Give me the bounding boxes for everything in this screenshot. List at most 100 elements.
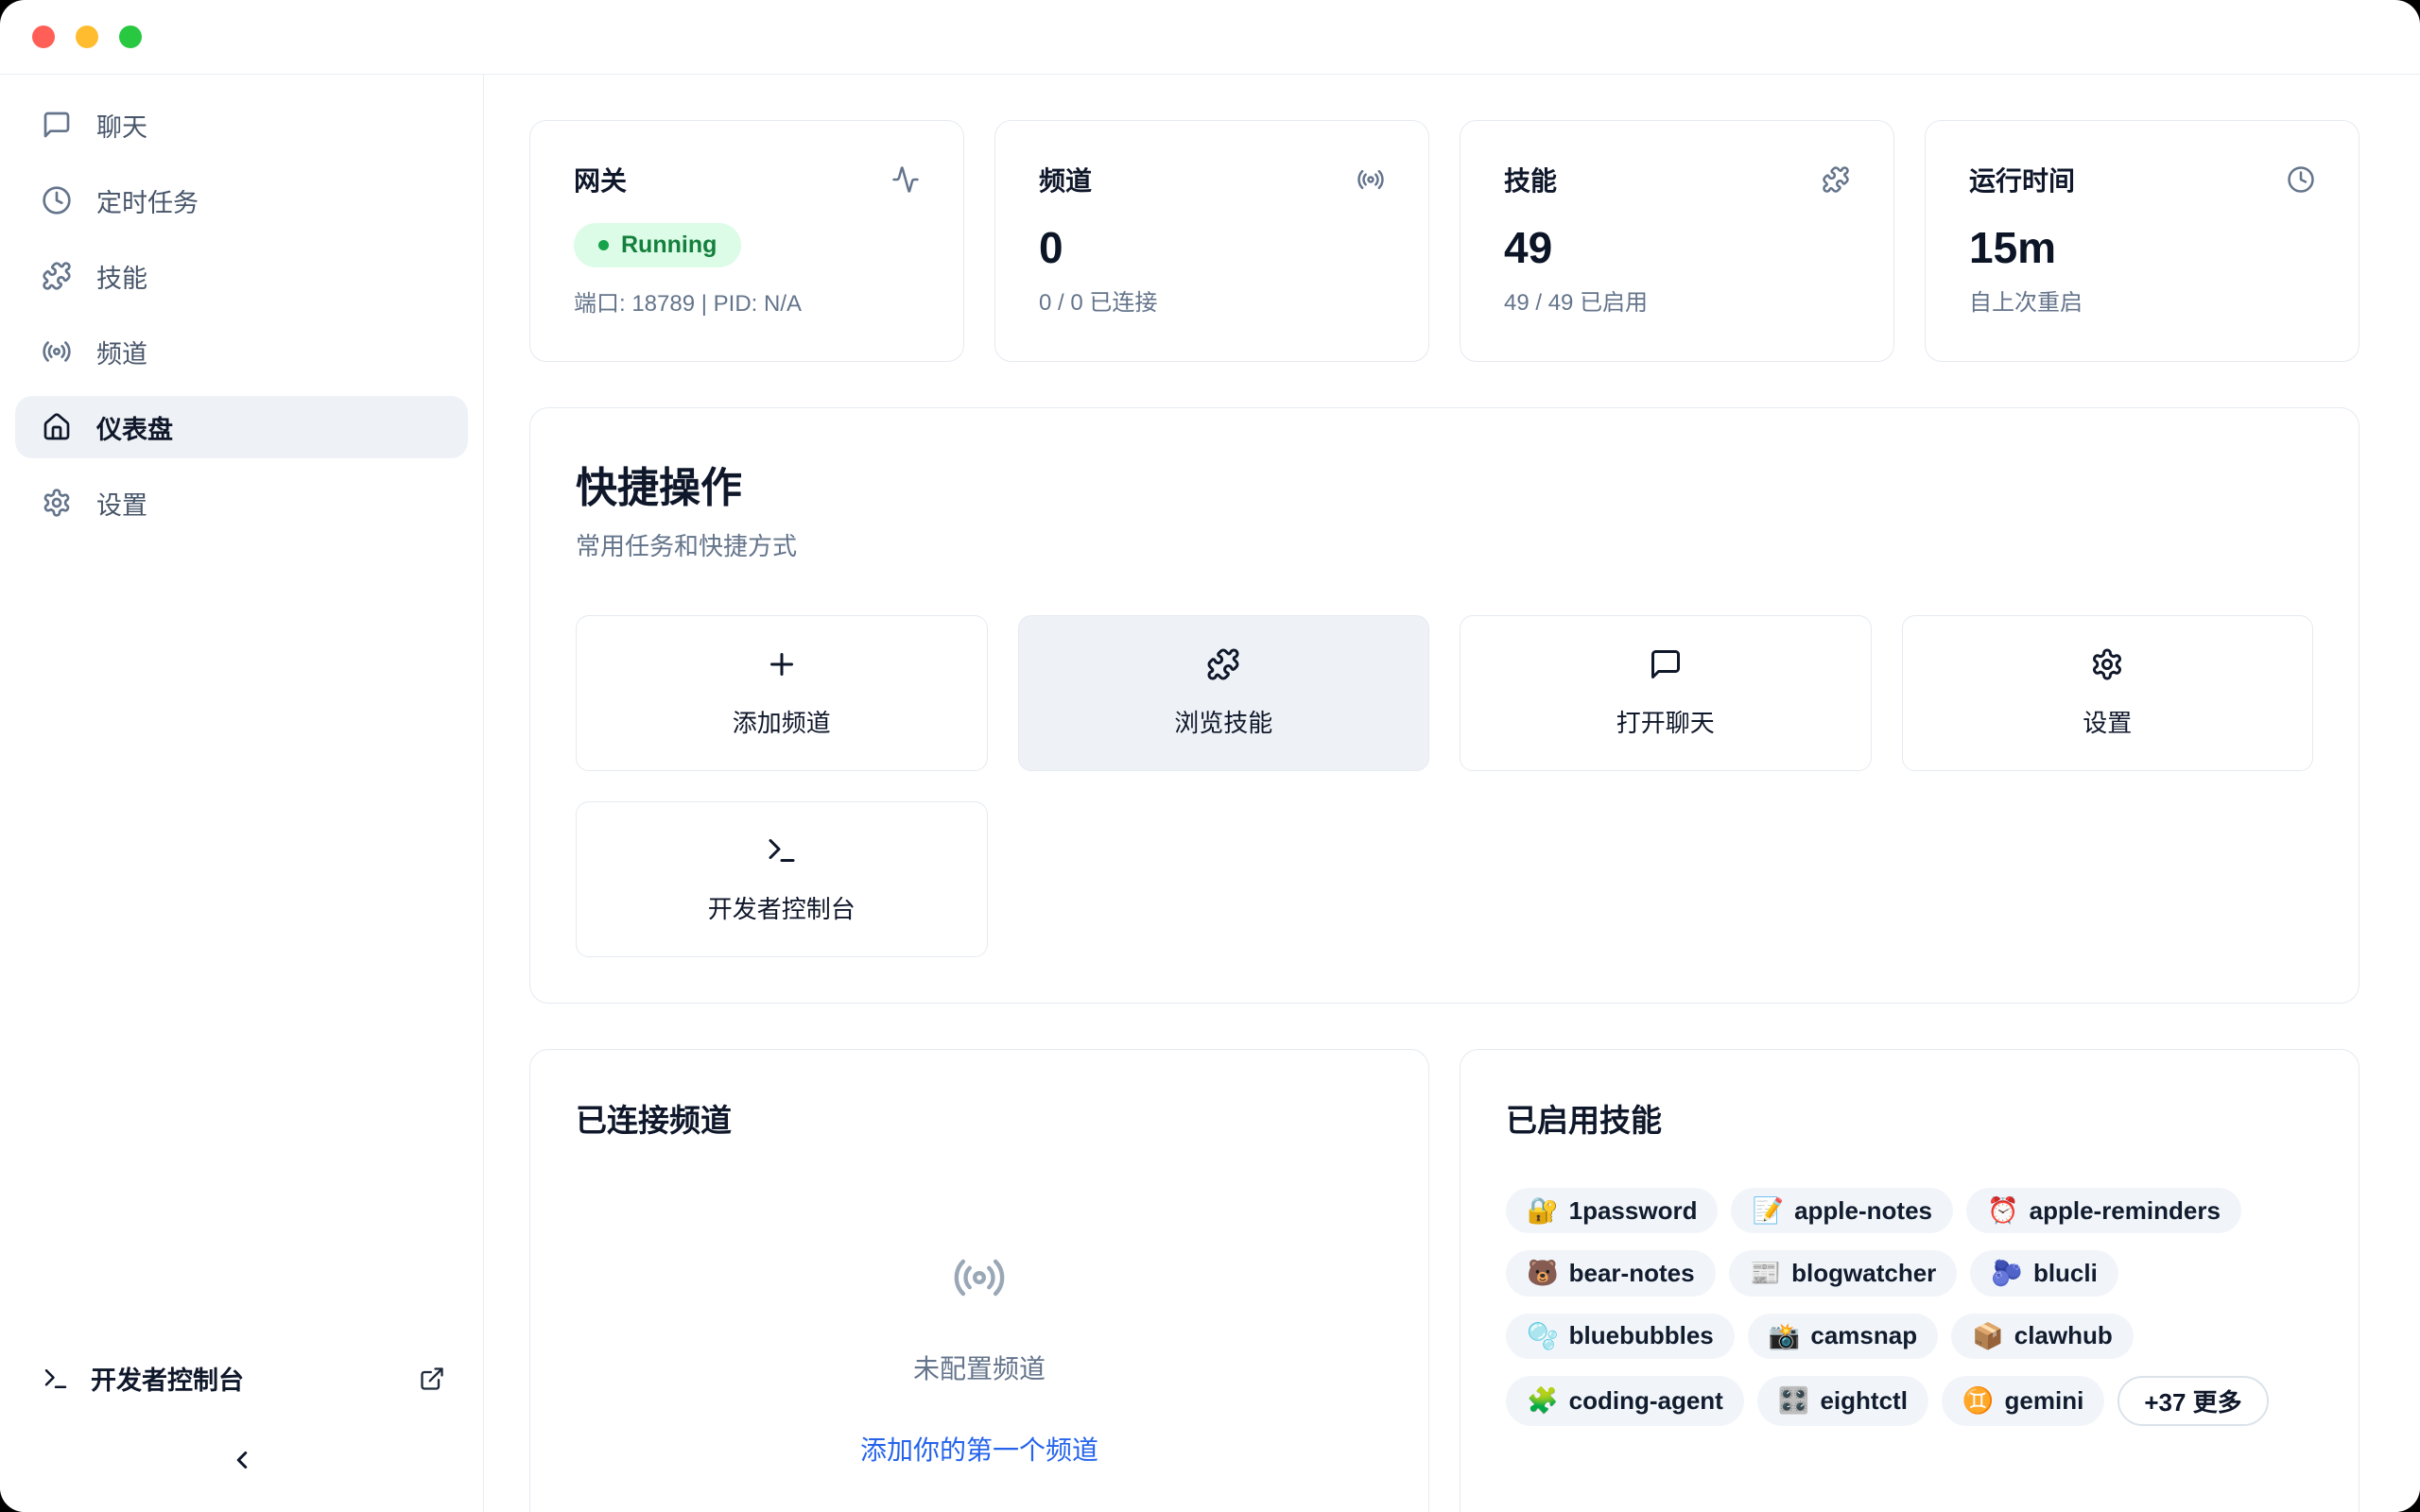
quick-actions-grid: 添加频道 浏览技能 打开聊天 设置 [576, 615, 2313, 957]
stat-title: 频道 [1039, 161, 1092, 198]
skill-name: gemini [2005, 1386, 2084, 1416]
skill-emoji: 🫧 [1527, 1321, 1559, 1351]
sidebar-item-scheduled-tasks[interactable]: 定时任务 [15, 169, 468, 232]
skill-emoji: ♊️ [1962, 1385, 1995, 1416]
sidebar-item-label: 仪表盘 [96, 409, 173, 446]
minimize-window-button[interactable] [76, 26, 98, 48]
stat-card-skills: 技能 49 49 / 49 已启用 [1460, 120, 1894, 362]
bottom-grid: 已连接频道 未配置频道 添加你的第一个频道 已启用技能 🔐1password 📝… [529, 1049, 2360, 1512]
stat-value: 49 [1504, 225, 1850, 270]
sidebar-item-skills[interactable]: 技能 [15, 245, 468, 307]
stat-detail: 自上次重启 [1969, 284, 2315, 317]
skill-emoji: 🎛️ [1778, 1385, 1810, 1416]
sidebar-item-label: 定时任务 [96, 182, 199, 219]
channels-empty-text: 未配置频道 [913, 1349, 1046, 1386]
quick-actions-subtitle: 常用任务和快捷方式 [576, 527, 2313, 562]
clock-icon [42, 185, 72, 215]
enabled-skills-panel: 已启用技能 🔐1password 📝apple-notes ⏰ apple-rem… [1460, 1049, 2360, 1512]
skill-emoji: 🐻 [1527, 1258, 1559, 1288]
clock-icon [2287, 165, 2315, 194]
channels-empty-state: 未配置频道 添加你的第一个频道 [576, 1250, 1383, 1468]
home-icon [42, 412, 72, 442]
skill-name: blucli [2033, 1259, 2098, 1288]
dev-console-label: 开发者控制台 [91, 1360, 244, 1397]
puzzle-icon [1206, 647, 1240, 681]
dev-console-link[interactable]: 开发者控制台 [42, 1360, 445, 1397]
action-label: 开发者控制台 [708, 890, 856, 925]
stat-title: 运行时间 [1969, 161, 2075, 198]
action-label: 添加频道 [733, 704, 831, 739]
radio-icon [42, 336, 72, 367]
sidebar-collapse-button[interactable] [0, 1446, 483, 1474]
app-window: 聊天 定时任务 技能 频道 仪表盘 设置 [0, 0, 2420, 1512]
sidebar-item-channels[interactable]: 频道 [15, 320, 468, 383]
skill-name: 1password [1569, 1196, 1698, 1226]
main-content: 网关 Running 端口: 18789 | PID: N/A 频道 [484, 75, 2420, 1512]
skill-name: eightctl [1820, 1386, 1907, 1416]
stat-value: 0 [1039, 225, 1385, 270]
skill-tag: 📦clawhub [1951, 1314, 2134, 1359]
external-link-icon[interactable] [419, 1366, 445, 1392]
skill-tag: 🧩 coding-agent [1506, 1376, 1744, 1426]
stats-grid: 网关 Running 端口: 18789 | PID: N/A 频道 [529, 120, 2360, 362]
skill-emoji: 📦 [1972, 1321, 2004, 1351]
titlebar [0, 0, 2420, 75]
skill-name: bluebubbles [1569, 1321, 1714, 1350]
radio-icon [1357, 165, 1385, 194]
gear-icon [2090, 647, 2124, 681]
settings-button[interactable]: 设置 [1902, 615, 2314, 771]
skill-tag: 🫧 bluebubbles [1506, 1314, 1735, 1359]
skill-tag: 🔐1password [1506, 1188, 1718, 1233]
status-dot [598, 240, 609, 250]
activity-icon [891, 165, 920, 194]
show-more-skills-button[interactable]: +37 更多 [2118, 1376, 2268, 1426]
stat-detail: 49 / 49 已启用 [1504, 284, 1850, 317]
sidebar-item-settings[interactable]: 设置 [15, 472, 468, 534]
connected-channels-panel: 已连接频道 未配置频道 添加你的第一个频道 [529, 1049, 1429, 1512]
browse-skills-button[interactable]: 浏览技能 [1018, 615, 1430, 771]
stat-card-uptime: 运行时间 15m 自上次重启 [1925, 120, 2360, 362]
sidebar-item-dashboard[interactable]: 仪表盘 [15, 396, 468, 458]
action-label: 打开聊天 [1616, 704, 1715, 739]
dev-console-button[interactable]: 开发者控制台 [576, 801, 988, 957]
enabled-skills-title: 已启用技能 [1506, 1095, 2313, 1141]
open-chat-button[interactable]: 打开聊天 [1460, 615, 1872, 771]
status-badge: Running [574, 223, 741, 267]
skill-name: apple-reminders [2030, 1196, 2221, 1226]
skill-emoji: 📸 [1769, 1321, 1801, 1351]
sidebar-item-label: 频道 [96, 334, 147, 370]
terminal-icon [765, 833, 799, 868]
sidebar-item-label: 设置 [96, 485, 147, 522]
skill-emoji: 🧩 [1527, 1385, 1559, 1416]
chevron-left-icon [228, 1446, 256, 1474]
add-first-channel-link[interactable]: 添加你的第一个频道 [860, 1430, 1098, 1468]
skill-tag: 🎛️ eightctl [1757, 1376, 1928, 1426]
stat-title: 网关 [574, 161, 627, 198]
stat-card-gateway: 网关 Running 端口: 18789 | PID: N/A [529, 120, 964, 362]
chat-bubble-icon [42, 110, 72, 140]
sidebar: 聊天 定时任务 技能 频道 仪表盘 设置 [0, 75, 484, 1512]
gear-icon [42, 488, 72, 518]
skill-emoji: 📰 [1750, 1258, 1782, 1288]
quick-actions-panel: 快捷操作 常用任务和快捷方式 添加频道 浏览技能 打开聊天 [529, 407, 2360, 1004]
skill-name: coding-agent [1569, 1386, 1723, 1416]
skill-tag: 🫐blucli [1970, 1250, 2118, 1296]
zoom-window-button[interactable] [119, 26, 142, 48]
sidebar-item-label: 聊天 [96, 107, 147, 144]
skills-tag-list: 🔐1password 📝apple-notes ⏰ apple-reminders… [1506, 1188, 2313, 1426]
close-window-button[interactable] [32, 26, 55, 48]
skill-name: bear-notes [1569, 1259, 1695, 1288]
sidebar-item-chat[interactable]: 聊天 [15, 94, 468, 156]
skill-tag: 📝apple-notes [1731, 1188, 1953, 1233]
action-label: 浏览技能 [1174, 704, 1272, 739]
skill-tag: 📸 camsnap [1748, 1314, 1938, 1359]
skill-tag: 📰blogwatcher [1729, 1250, 1958, 1296]
stat-detail: 端口: 18789 | PID: N/A [574, 284, 920, 318]
skill-tag: ♊️ gemini [1942, 1376, 2104, 1426]
skill-name: camsnap [1810, 1321, 1917, 1350]
puzzle-icon [1822, 165, 1850, 194]
skill-emoji: ⏰ [1987, 1195, 2019, 1226]
stat-card-channels: 频道 0 0 / 0 已连接 [994, 120, 1429, 362]
quick-actions-title: 快捷操作 [576, 454, 2313, 514]
add-channel-button[interactable]: 添加频道 [576, 615, 988, 771]
